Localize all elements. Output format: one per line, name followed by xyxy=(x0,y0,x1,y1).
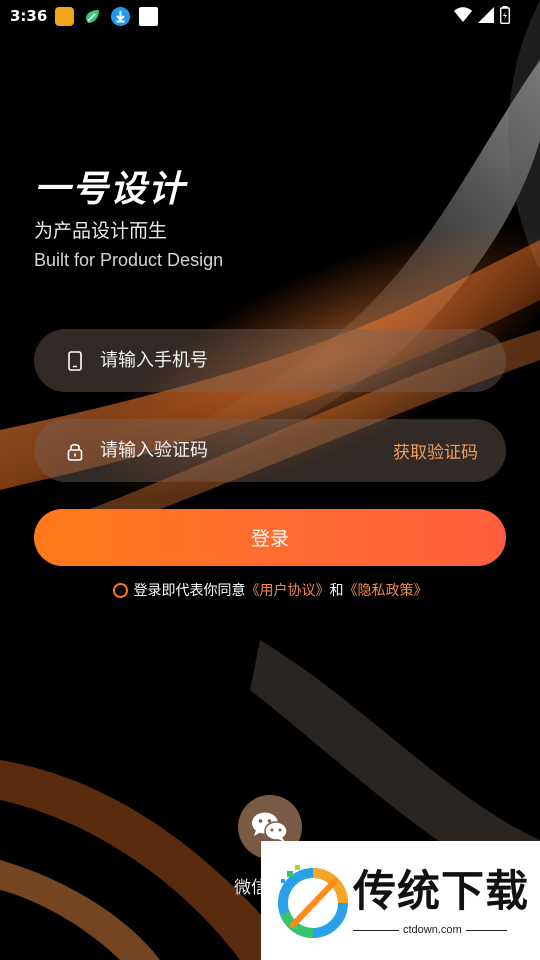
wechat-icon xyxy=(252,812,288,842)
leaf-app-icon xyxy=(83,7,102,26)
phone-icon xyxy=(66,350,84,371)
agreement-text: 登录即代表你同意 xyxy=(133,583,246,599)
user-agreement-link[interactable]: 《用户协议》 xyxy=(246,580,330,600)
card-app-icon xyxy=(139,6,159,26)
brand-title: 一号设计 xyxy=(34,169,187,210)
status-time: 3:36 xyxy=(10,7,48,25)
agreement-checkbox[interactable] xyxy=(112,582,128,598)
verification-code-input[interactable] xyxy=(98,439,382,462)
brand-subtitle-cn: 为产品设计而生 xyxy=(34,220,168,242)
signal-icon xyxy=(478,7,494,23)
get-code-button[interactable]: 获取验证码 xyxy=(393,438,478,463)
app-notification-icon xyxy=(55,6,75,26)
agreement-row: 登录即代表你同意 《用户协议》 和 《隐私政策》 xyxy=(0,580,540,600)
privacy-policy-link[interactable]: 《隐私政策》 xyxy=(344,580,428,600)
watermark-logo-icon xyxy=(278,865,348,938)
watermark-name: 传统下载 xyxy=(353,867,529,917)
battery-icon xyxy=(500,6,510,24)
login-button[interactable]: 登录 xyxy=(34,509,506,566)
brand-subtitle-en: Built for Product Design xyxy=(34,250,224,270)
wifi-icon xyxy=(454,7,472,22)
verification-code-field[interactable]: 获取验证码 xyxy=(34,419,506,482)
watermark-url: ctdown.com xyxy=(399,924,466,936)
status-bar: 3:36 xyxy=(0,0,540,32)
phone-field[interactable] xyxy=(34,329,506,392)
lock-icon xyxy=(66,441,84,461)
phone-input[interactable] xyxy=(98,349,382,372)
download-icon xyxy=(111,6,131,26)
watermark-overlay: 传统下载 ctdown.com xyxy=(261,841,540,960)
agreement-conjunction: 和 xyxy=(329,583,344,599)
brand-block: 一号设计 为产品设计而生 Built for Product Design xyxy=(34,168,223,272)
